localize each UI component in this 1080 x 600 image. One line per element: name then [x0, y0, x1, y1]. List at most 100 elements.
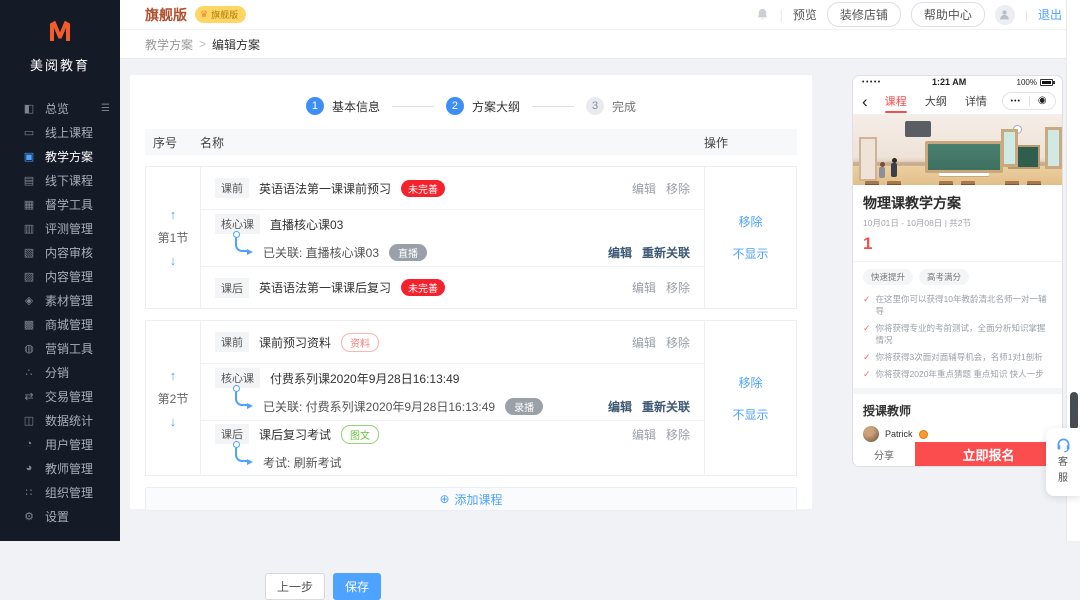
headset-icon [1055, 436, 1072, 453]
sidebar-item-trade[interactable]: ⇄交易管理 [0, 384, 120, 408]
user-avatar[interactable] [995, 5, 1015, 25]
section-label: 第1节 [158, 229, 189, 246]
sidebar-item-mall[interactable]: ▩商城管理 [0, 312, 120, 336]
sidebar-item-distribution[interactable]: ∴分销 [0, 360, 120, 384]
capsule-close-icon[interactable]: ◉ [1030, 96, 1056, 106]
phone-nav-bar: ‹ 课程 大纲 详情 ••• ◉ [853, 89, 1062, 115]
edition-badge: ♛旗舰版 [195, 6, 246, 23]
sidebar-item-marketing[interactable]: ◍营销工具 [0, 336, 120, 360]
step-basic-info[interactable]: 1基本信息 [306, 97, 380, 115]
sidebar: 美阅教育 ◧总览☰ ▭线上课程 ▣教学方案 ▤线下课程 ▦督学工具 ▥评测管理 … [0, 0, 120, 541]
sidebar-item-overview[interactable]: ◧总览☰ [0, 96, 120, 120]
edit-link[interactable]: 编辑 [632, 180, 656, 197]
crown-icon: ♛ [200, 9, 208, 20]
bell-icon[interactable] [755, 7, 770, 22]
phone-bottom-bar: 分享 立即报名 [853, 442, 1062, 466]
section-remove-link[interactable]: 移除 [738, 374, 762, 391]
statistics-icon: ◫ [22, 414, 36, 427]
sidebar-item-teaching-plan[interactable]: ▣教学方案 [0, 144, 120, 168]
decorate-shop-button[interactable]: 装修店铺 [827, 2, 901, 27]
feature-tag: 高考满分 [919, 269, 969, 285]
phone-tab-detail[interactable]: 详情 [956, 89, 996, 114]
remove-link[interactable]: 移除 [666, 426, 690, 443]
edit-link[interactable]: 编辑 [608, 398, 632, 415]
move-up-button[interactable]: ↑ [170, 208, 177, 221]
remove-link[interactable]: 移除 [666, 334, 690, 351]
sidebar-item-online-course[interactable]: ▭线上课程 [0, 120, 120, 144]
course-title: 英语语法第一课课后复习 [259, 279, 391, 296]
step-finish: 3完成 [586, 97, 636, 115]
feature-tags: 快速提升 高考满分 [863, 269, 1052, 285]
course-title: 课后复习考试 [259, 426, 331, 443]
share-button[interactable]: 分享 [853, 442, 915, 466]
col-index: 序号 [145, 134, 200, 151]
step-connector [532, 106, 574, 107]
sidebar-item-supervise-tool[interactable]: ▦督学工具 [0, 192, 120, 216]
battery-percent: 100% [1017, 78, 1037, 87]
add-course-button[interactable]: ⊕ 添加课程 [145, 487, 797, 511]
back-chevron-icon[interactable]: ‹ [862, 93, 868, 110]
sidebar-item-material[interactable]: ◈素材管理 [0, 288, 120, 312]
move-down-button[interactable]: ↓ [170, 254, 177, 267]
prev-step-button[interactable]: 上一步 [265, 573, 325, 600]
move-up-button[interactable]: ↑ [170, 369, 177, 382]
breadcrumb-parent[interactable]: 教学方案 [145, 36, 193, 53]
plus-circle-icon: ⊕ [439, 492, 449, 506]
signup-button[interactable]: 立即报名 [915, 442, 1062, 466]
move-down-button[interactable]: ↓ [170, 415, 177, 428]
section-hide-link[interactable]: 不显示 [732, 245, 768, 262]
miniprogram-capsule: ••• ◉ [1002, 92, 1056, 110]
phone-tab-outline[interactable]: 大纲 [916, 89, 956, 114]
phone-tab-course[interactable]: 课程 [876, 89, 916, 114]
signal-icon: ••••• [862, 79, 882, 86]
teacher-medal-icon [919, 430, 928, 439]
help-center-button[interactable]: 帮助中心 [911, 2, 985, 27]
teaching-plan-icon: ▣ [22, 150, 36, 163]
more-dots-icon[interactable]: ••• [1003, 98, 1029, 105]
edit-link[interactable]: 编辑 [632, 426, 656, 443]
benefit-item: ✓你将获得2020年重点猜题 重点知识 快人一步 [863, 368, 1052, 380]
mall-icon: ▩ [22, 318, 36, 331]
col-action: 操作 [704, 134, 797, 151]
sidebar-item-user-manage[interactable]: ◔用户管理 [0, 432, 120, 456]
edit-link[interactable]: 编辑 [608, 244, 632, 261]
media-type-badge: 直播 [389, 244, 427, 261]
phase-tag: 课前 [215, 178, 249, 198]
phase-tag: 课后 [215, 278, 249, 298]
scrollbar-thumb[interactable] [1070, 392, 1078, 430]
teacher-row: Patrick [863, 426, 1052, 442]
course-cover-image [853, 115, 1062, 185]
sidebar-item-content-review[interactable]: ▧内容审核 [0, 240, 120, 264]
sidebar-item-teacher-manage[interactable]: ◕教师管理 [0, 456, 120, 480]
logout-link[interactable]: 退出 [1038, 6, 1062, 23]
user-manage-icon: ◔ [22, 438, 36, 450]
status-badge: 未完善 [401, 279, 445, 296]
remove-link[interactable]: 移除 [666, 180, 690, 197]
relink-link[interactable]: 重新关联 [642, 244, 690, 261]
course-title: 直播核心课03 [270, 216, 343, 233]
divider: | [780, 8, 783, 22]
section-hide-link[interactable]: 不显示 [732, 406, 768, 423]
course-row: 核心课 付费系列课2020年9月28日16:13:49 已关联: 付费系列课20… [201, 363, 704, 420]
section-remove-link[interactable]: 移除 [738, 213, 762, 230]
sidebar-item-content-manage[interactable]: ▨内容管理 [0, 264, 120, 288]
breadcrumb-current: 编辑方案 [212, 36, 260, 53]
relink-link[interactable]: 重新关联 [642, 398, 690, 415]
step-outline[interactable]: 2方案大纲 [446, 97, 520, 115]
save-button[interactable]: 保存 [333, 573, 381, 600]
sidebar-item-offline-course[interactable]: ▤线下课程 [0, 168, 120, 192]
sidebar-item-settings[interactable]: ⚙设置 [0, 504, 120, 528]
sidebar-item-assessment[interactable]: ▥评测管理 [0, 216, 120, 240]
phase-tag: 课前 [215, 332, 249, 352]
edit-link[interactable]: 编辑 [632, 279, 656, 296]
menu-collapse-icon[interactable]: ☰ [101, 103, 110, 114]
sidebar-item-statistics[interactable]: ◫数据统计 [0, 408, 120, 432]
customer-service-widget[interactable]: 客 服 [1046, 428, 1080, 496]
sidebar-item-org-manage[interactable]: ∷组织管理 [0, 480, 120, 504]
remove-link[interactable]: 移除 [666, 279, 690, 296]
edit-link[interactable]: 编辑 [632, 334, 656, 351]
marketing-icon: ◍ [22, 342, 36, 355]
preview-link[interactable]: 预览 [793, 6, 817, 23]
section-1: ↑ 第1节 ↓ 课前 英语语法第一课课前预习 未完善 编辑移除 核心课 直播 [145, 166, 797, 309]
online-course-icon: ▭ [22, 126, 36, 139]
